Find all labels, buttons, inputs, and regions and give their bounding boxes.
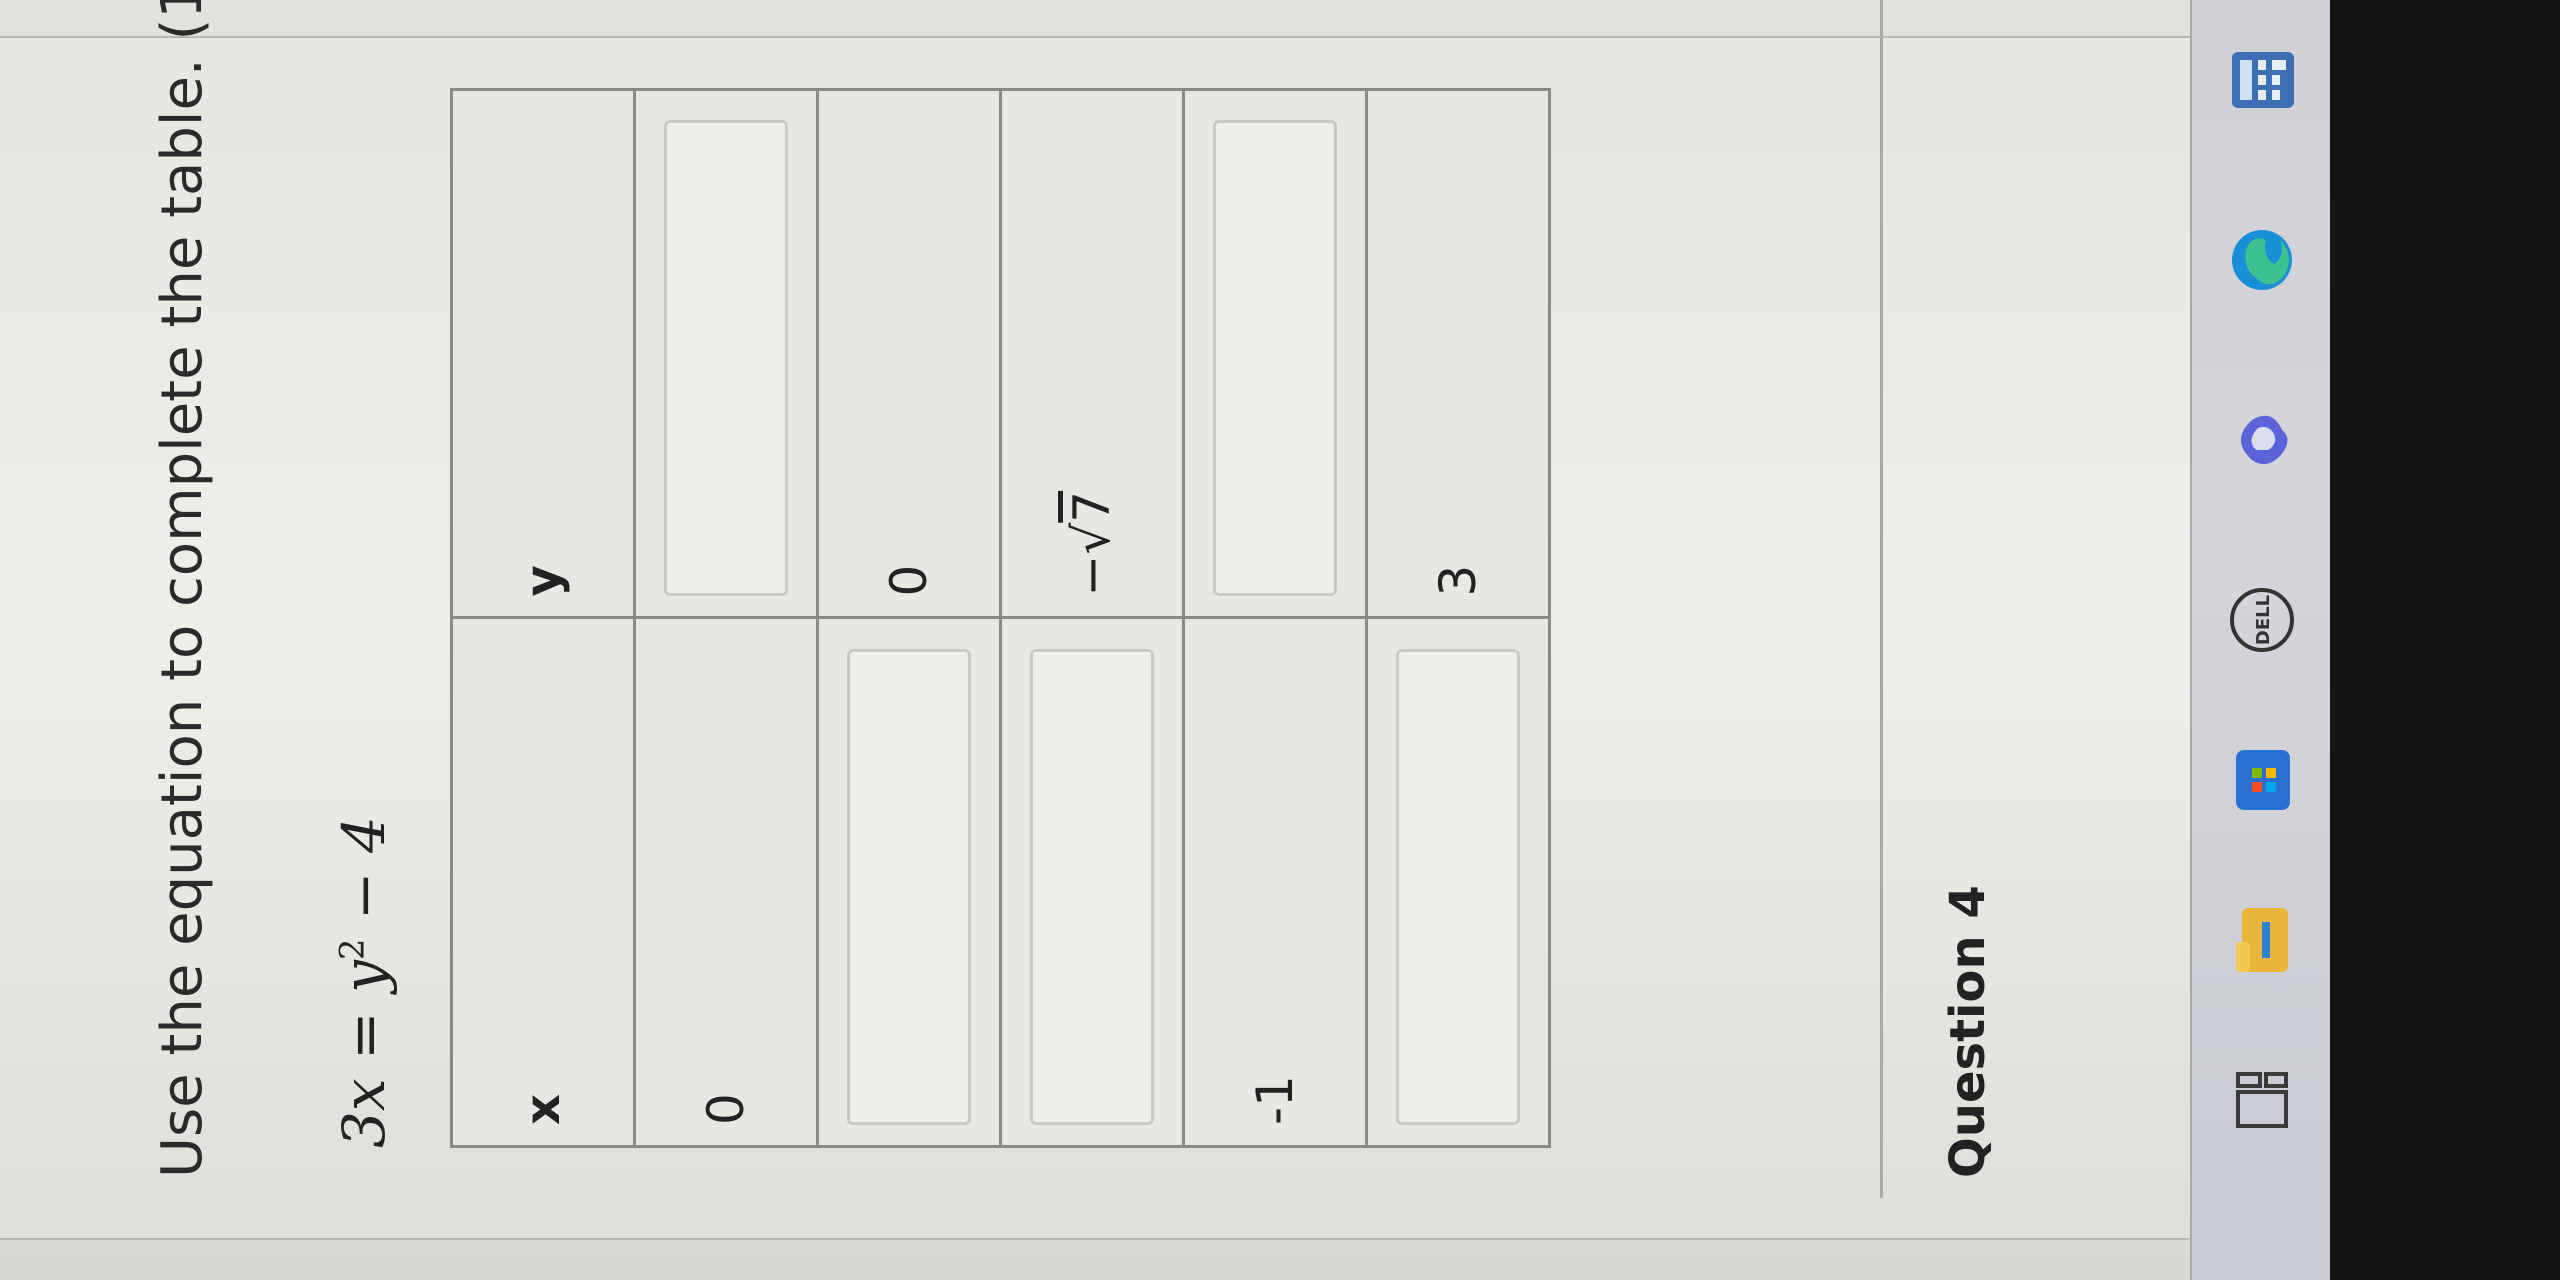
- browser-viewport: Use the equation to complete the table. …: [0, 0, 2190, 1280]
- equation-exponent: 2: [332, 938, 373, 961]
- table-row: 3: [1366, 89, 1550, 1147]
- cell-x-2: [817, 618, 1001, 1147]
- windows-taskbar: DELL: [2190, 0, 2332, 1280]
- radicand: 7: [1063, 490, 1121, 523]
- header-y: y: [451, 89, 635, 618]
- table-row: -1: [1183, 89, 1367, 1147]
- rotated-screen: Use the equation to complete the table. …: [0, 0, 2560, 1280]
- answer-input-x-5[interactable]: [1396, 649, 1520, 1125]
- monitor-bezel: [2330, 0, 2560, 1280]
- cell-y-5: 3: [1366, 89, 1550, 618]
- negative-root-value: −√7: [1063, 491, 1121, 597]
- dell-icon[interactable]: DELL: [2222, 580, 2302, 660]
- answer-input-x-2[interactable]: [847, 649, 971, 1125]
- answer-input-y-4[interactable]: [1213, 120, 1337, 597]
- cell-y-1: [634, 89, 818, 618]
- cell-x-3: [1000, 618, 1184, 1147]
- cell-x-4: -1: [1183, 618, 1367, 1147]
- question-panel: Use the equation to complete the table. …: [0, 0, 2190, 1240]
- equation-rhs: − 4: [330, 816, 398, 939]
- cell-x-1: 0: [634, 618, 818, 1147]
- task-view-icon[interactable]: [2222, 1060, 2302, 1140]
- next-question-heading[interactable]: Question 4: [1940, 885, 1996, 1178]
- table-row: 0: [634, 89, 818, 1147]
- section-divider: [1880, 0, 1883, 1198]
- microsoft-store-icon[interactable]: [2222, 740, 2302, 820]
- edge-icon[interactable]: [2222, 220, 2302, 300]
- radical-sign: −√: [1063, 522, 1121, 597]
- cell-y-3: −√7: [1000, 89, 1184, 618]
- cell-y-4: [1183, 89, 1367, 618]
- cell-y-2: 0: [817, 89, 1001, 618]
- answer-input-x-3[interactable]: [1030, 649, 1154, 1125]
- dell-label: DELL: [2253, 595, 2274, 645]
- table-row: 0: [817, 89, 1001, 1147]
- file-explorer-icon[interactable]: [2222, 900, 2302, 980]
- equation: 3x = y2 − 4: [330, 816, 398, 1148]
- xy-table: x y 0 0 −√7 -1 3: [450, 88, 1551, 1148]
- answer-input-y-1[interactable]: [664, 120, 788, 597]
- calculator-icon[interactable]: [2222, 40, 2302, 120]
- table-header-row: x y: [451, 89, 635, 1147]
- copilot-icon[interactable]: [2222, 400, 2302, 480]
- header-x: x: [451, 618, 635, 1147]
- question-instruction: Use the equation to complete the table. …: [150, 0, 215, 1178]
- cell-x-5: [1366, 618, 1550, 1147]
- equation-lhs: 3x = y: [330, 960, 398, 1148]
- table-row: −√7: [1000, 89, 1184, 1147]
